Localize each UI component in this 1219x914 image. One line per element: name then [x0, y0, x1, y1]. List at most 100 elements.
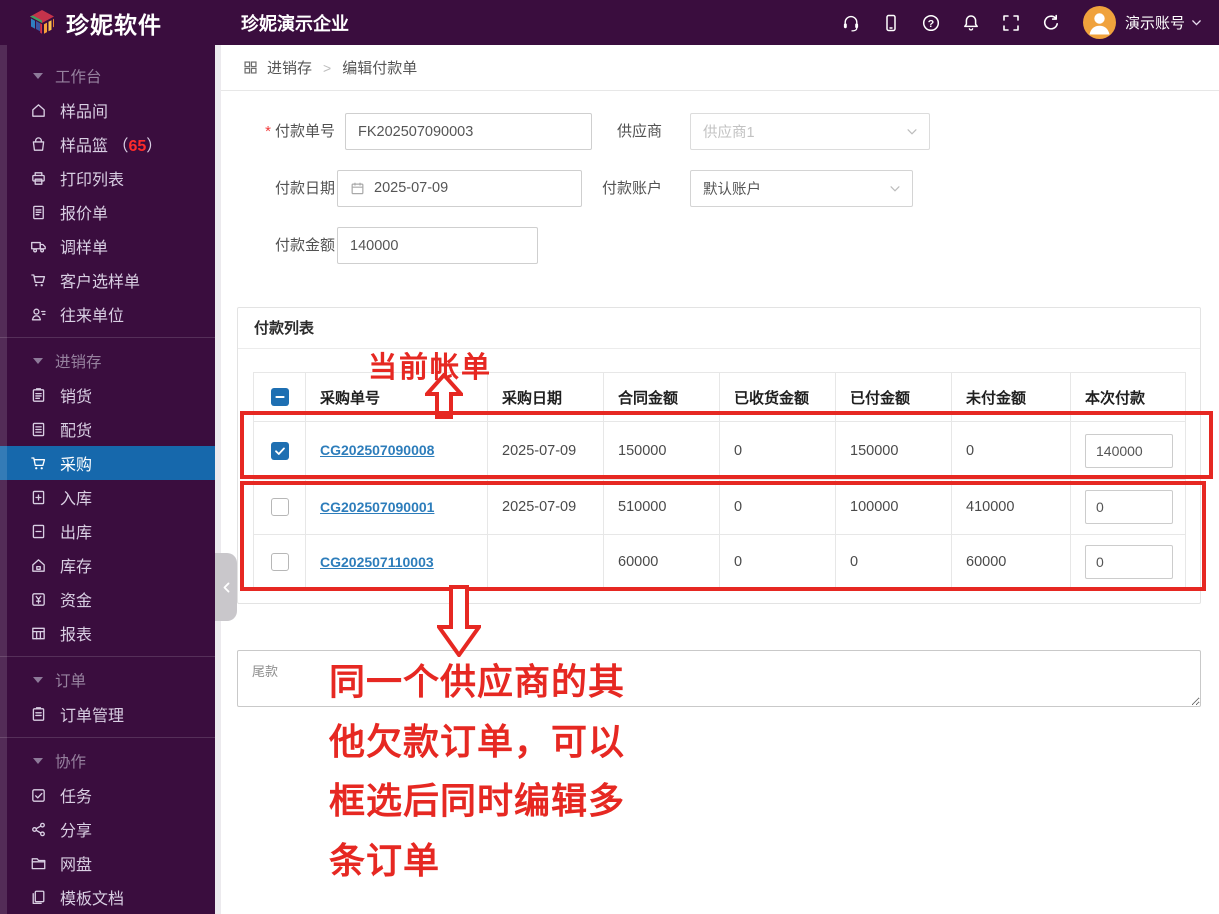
- sidebar-group-header[interactable]: 协作: [0, 744, 215, 778]
- sidebar-group-header[interactable]: 订单: [0, 663, 215, 697]
- payment-account-select[interactable]: 默认账户: [690, 170, 913, 207]
- account-menu[interactable]: 演示账号: [1125, 12, 1219, 33]
- sidebar-item-0-4[interactable]: 调样单: [0, 229, 215, 263]
- row-checkbox[interactable]: [270, 498, 289, 516]
- sidebar-item-1-7[interactable]: 报表: [0, 616, 215, 650]
- sidebar-item-0-2[interactable]: 打印列表: [0, 161, 215, 195]
- payment-account-label: 付款账户: [601, 180, 662, 197]
- sidebar-item-label: 往来单位: [60, 308, 125, 325]
- sidebar-group-label: 订单: [55, 673, 87, 690]
- chevron-down-icon: [1190, 16, 1203, 29]
- sidebar-group-header[interactable]: 进销存: [0, 344, 215, 378]
- calendar-icon: [350, 181, 365, 196]
- sidebar-item-0-3[interactable]: 报价单: [0, 195, 215, 229]
- column-header: 已收货金额: [719, 372, 836, 422]
- sidebar-item-1-0[interactable]: 销货: [0, 378, 215, 412]
- sidebar-item-0-0[interactable]: 样品间: [0, 93, 215, 127]
- user-avatar-icon: [1083, 6, 1116, 39]
- chevron-down-icon: [888, 182, 902, 196]
- tail-payment-textarea[interactable]: [237, 650, 1201, 707]
- unpaid-amount-cell: 0: [951, 421, 1071, 480]
- sidebar-group: 工作台样品间样品篮 （65） 打印列表 报价单调样单客户选样单往来单位: [0, 53, 215, 337]
- apps-grid-icon: [243, 60, 258, 75]
- payment-no-input[interactable]: [345, 113, 592, 150]
- truck-icon: [30, 238, 47, 255]
- task-check-icon: [30, 787, 47, 804]
- main-content: 进销存 > 编辑付款单 *付款单号 供应商 供应商1 付款日期 2025-07-…: [221, 45, 1219, 914]
- sidebar-item-3-3[interactable]: 模板文档: [0, 880, 215, 914]
- received-amount-cell: 0: [719, 421, 836, 480]
- sidebar-item-label: 样品间: [60, 104, 109, 121]
- payment-date-input[interactable]: 2025-07-09: [337, 170, 582, 207]
- unpaid-amount-cell: 410000: [951, 479, 1071, 535]
- select-all-checkbox[interactable]: [270, 388, 289, 407]
- sidebar-item-label: 调样单: [60, 240, 109, 257]
- select-all-cell: [253, 372, 306, 422]
- received-amount-cell: 0: [719, 534, 836, 590]
- sidebar-item-3-1[interactable]: 分享: [0, 812, 215, 846]
- supplier-value: 供应商1: [703, 125, 755, 141]
- received-amount-cell: 0: [719, 479, 836, 535]
- sidebar-group-header[interactable]: 工作台: [0, 59, 215, 93]
- sidebar-item-1-6[interactable]: 资金: [0, 582, 215, 616]
- logo-text: 珍妮软件: [66, 11, 162, 38]
- sidebar-group: 进销存 销货 配货采购入库出库 库存 资金报表: [0, 337, 215, 656]
- sidebar-item-label: 分享: [60, 823, 93, 840]
- row-checkbox[interactable]: [270, 553, 289, 571]
- sidebar-item-1-5[interactable]: 库存: [0, 548, 215, 582]
- breadcrumb-module[interactable]: 进销存: [267, 57, 312, 78]
- sidebar-item-1-2[interactable]: 采购: [0, 446, 215, 480]
- sidebar-group: 协作 任务分享网盘模板文档: [0, 737, 215, 914]
- table-row: CG202507090008 2025-07-09 150000 0 15000…: [253, 421, 1186, 480]
- breadcrumb-separator: >: [323, 59, 332, 76]
- sidebar-item-3-2[interactable]: 网盘: [0, 846, 215, 880]
- payment-list-panel: 付款列表 采购单号 采购日期 合同金额 已收货金额 已付金额 未付金额 本次付款 CG202…: [237, 307, 1201, 604]
- sidebar-item-3-0[interactable]: 任务: [0, 778, 215, 812]
- sidebar-item-0-6[interactable]: 往来单位: [0, 297, 215, 331]
- sidebar-item-0-5[interactable]: 客户选样单: [0, 263, 215, 297]
- column-header: 采购日期: [487, 372, 604, 422]
- sidebar-item-label: 采购: [60, 457, 93, 474]
- order-doc-icon: [30, 706, 47, 723]
- printer-icon: [30, 170, 47, 187]
- current-payment-input[interactable]: [1085, 545, 1173, 579]
- app-logo[interactable]: 珍妮软件: [0, 6, 215, 40]
- fullscreen-button[interactable]: [991, 0, 1031, 45]
- mobile-button[interactable]: [871, 0, 911, 45]
- refresh-button[interactable]: [1031, 0, 1071, 45]
- sidebar-item-1-4[interactable]: 出库: [0, 514, 215, 548]
- sidebar-item-1-3[interactable]: 入库: [0, 480, 215, 514]
- sidebar-collapse-handle[interactable]: [215, 553, 237, 621]
- yuan-icon: [30, 591, 47, 608]
- payment-amount-input[interactable]: [337, 227, 538, 264]
- sidebar-item-label: 报表: [60, 627, 93, 644]
- po-link[interactable]: CG202507110003: [320, 554, 434, 570]
- headset-button[interactable]: [831, 0, 871, 45]
- current-payment-input[interactable]: [1085, 433, 1173, 468]
- avatar[interactable]: [1082, 6, 1116, 39]
- supplier-label: 供应商: [616, 123, 662, 140]
- bell-button[interactable]: [951, 0, 991, 45]
- sidebar-item-2-0[interactable]: 订单管理: [0, 697, 215, 731]
- quote-doc-icon: [30, 204, 47, 221]
- triangle-down-icon: [33, 358, 43, 364]
- report-table-icon: [30, 625, 47, 642]
- current-payment-input[interactable]: [1085, 490, 1173, 524]
- sidebar-item-0-1[interactable]: 样品篮 （65）: [0, 127, 215, 161]
- sidebar-scrollbar[interactable]: [0, 45, 7, 914]
- bell-icon: [961, 13, 981, 33]
- fullscreen-icon: [1001, 13, 1021, 33]
- sidebar-item-label: 入库: [60, 491, 93, 508]
- sidebar-item-label: 网盘: [60, 857, 93, 874]
- column-header: 采购单号: [305, 372, 488, 422]
- sales-doc-icon: [30, 387, 47, 404]
- sidebar-item-1-1[interactable]: 配货: [0, 412, 215, 446]
- contract-amount-cell: 60000: [603, 534, 720, 590]
- row-checkbox[interactable]: [270, 441, 289, 460]
- column-header: 未付金额: [951, 372, 1071, 422]
- po-link[interactable]: CG202507090001: [320, 499, 434, 515]
- po-link[interactable]: CG202507090008: [320, 442, 434, 458]
- po-no-cell: CG202507090001: [305, 479, 488, 535]
- supplier-select[interactable]: 供应商1: [690, 113, 930, 150]
- help-button[interactable]: ?: [911, 0, 951, 45]
